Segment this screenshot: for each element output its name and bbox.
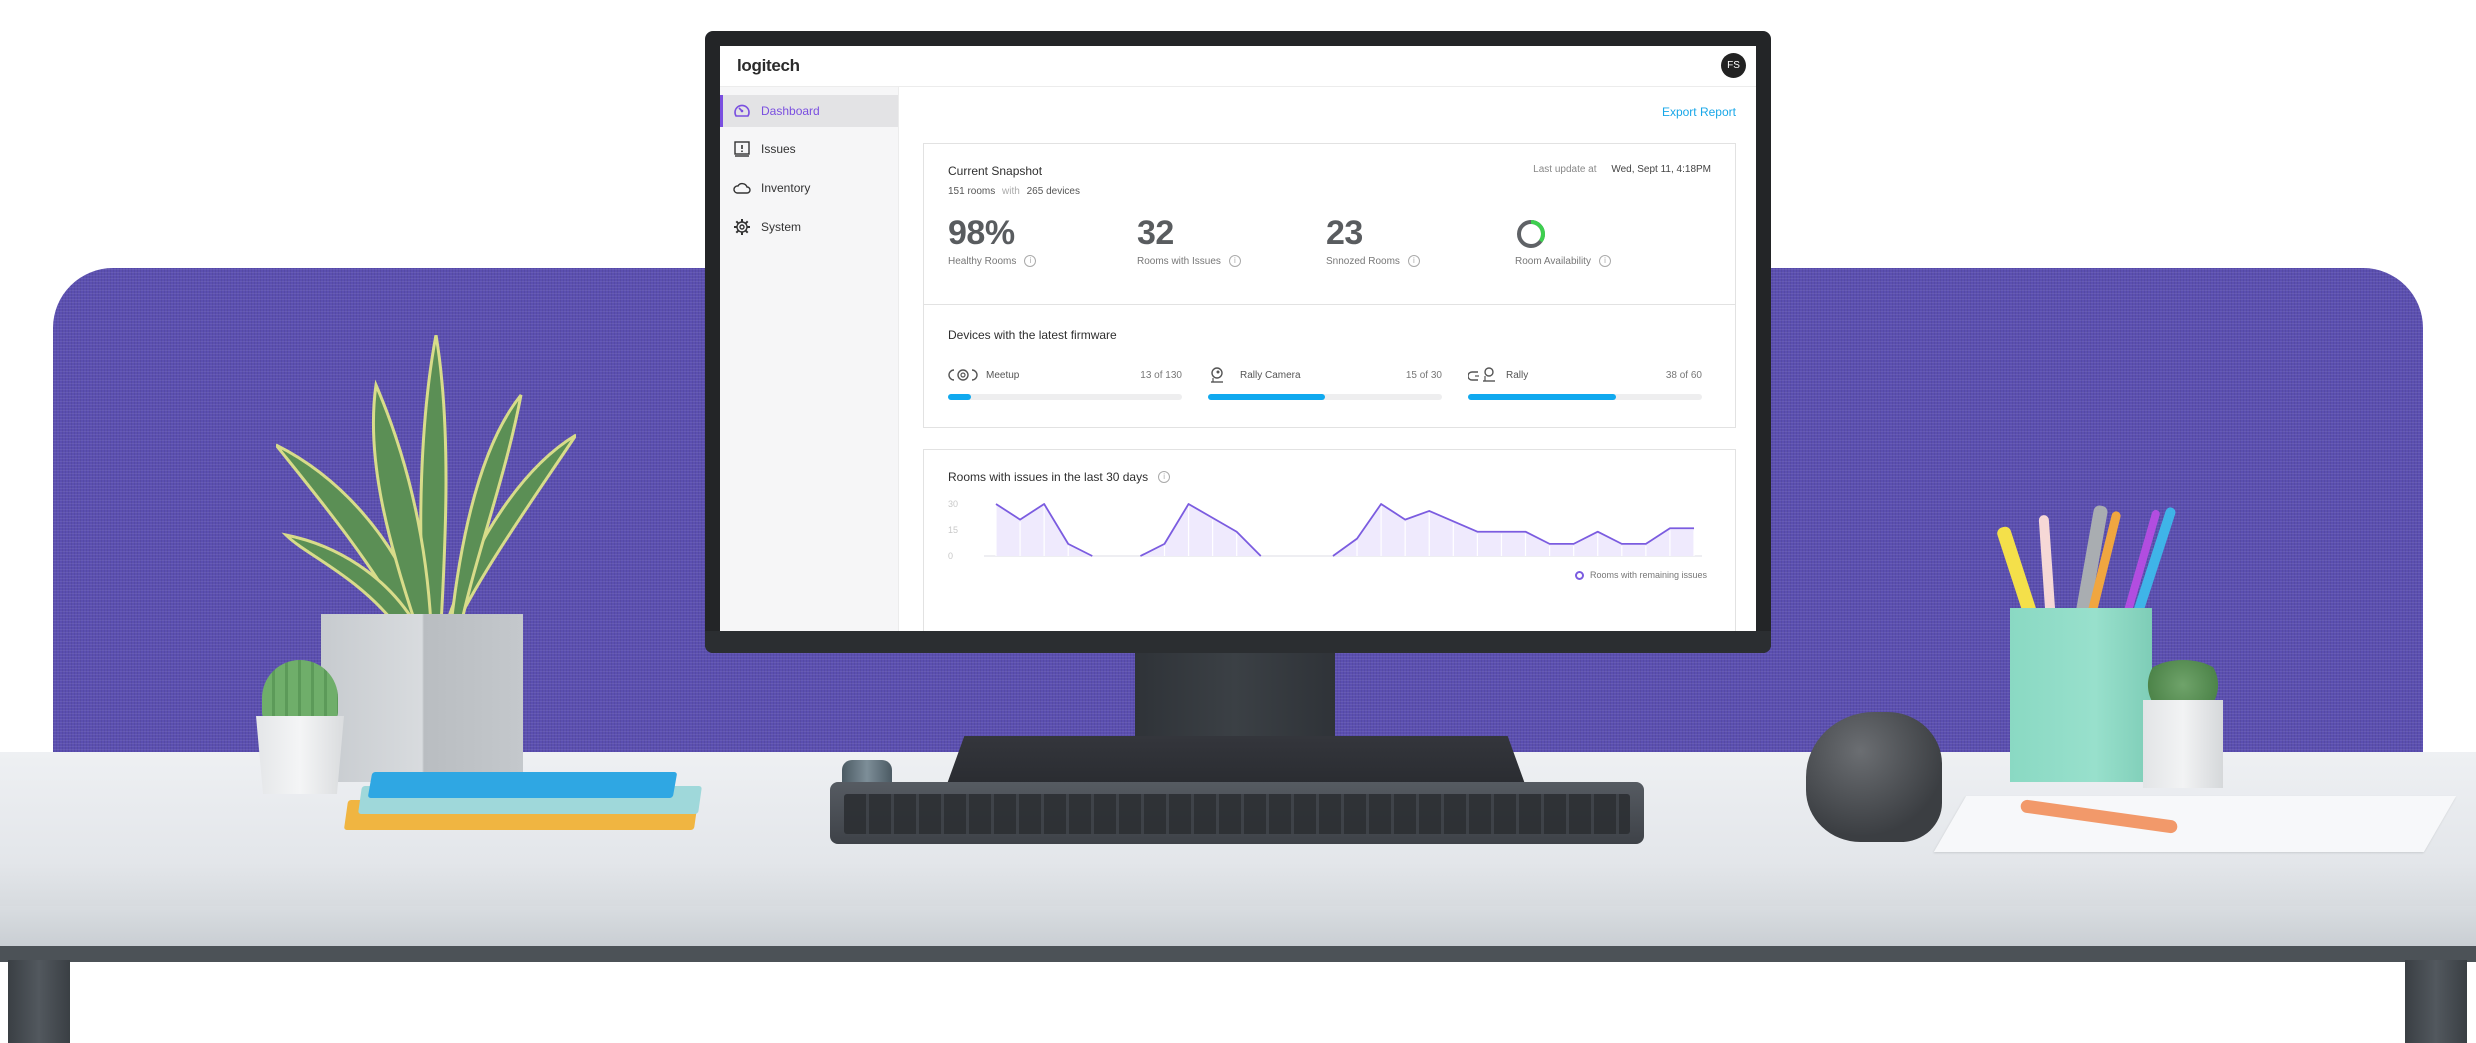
monitor-stand-base: [947, 736, 1525, 784]
area-fill: [1332, 504, 1694, 556]
gear-icon: [733, 218, 751, 236]
export-report-link[interactable]: Export Report: [1662, 105, 1736, 119]
rally-system-icon: [1468, 367, 1495, 382]
top-bar: logitech FS: [720, 46, 1756, 87]
issues-area-chart: 30 15 0: [948, 499, 1702, 561]
device-name: Meetup: [986, 369, 1020, 381]
stat-label: Room Availability: [1515, 255, 1591, 267]
cloud-icon: [733, 179, 751, 197]
small-white-pot: [256, 716, 344, 794]
with-label: with: [1002, 186, 1020, 197]
last-update-label: Last update at: [1533, 164, 1597, 175]
device-count: 15 of 30: [1405, 369, 1442, 381]
devices-count: 265 devices: [1026, 186, 1080, 197]
snapshot-title: Current Snapshot: [948, 164, 1043, 178]
desk-edge: [0, 906, 2476, 950]
sidebar-item-system[interactable]: System: [720, 211, 898, 243]
y-tick-label: 15: [948, 525, 958, 535]
info-icon[interactable]: i: [1158, 471, 1171, 483]
notebook-blue: [367, 772, 678, 798]
stat-rooms-with-issues: 32 Rooms with Issues i: [1137, 214, 1307, 267]
monitor: logitech FS Dashboard Issues Inventory S…: [705, 31, 1771, 653]
snapshot-card: Current Snapshot 151 rooms with 265 devi…: [923, 143, 1736, 428]
firmware-progress-bar: [1468, 394, 1702, 400]
legend-marker-icon: [1574, 570, 1584, 580]
meetup-device-icon: [948, 369, 978, 381]
stat-label: Healthy Rooms: [948, 255, 1017, 267]
y-tick-label: 30: [948, 499, 958, 509]
legend-label: Rooms with remaining issues: [1589, 570, 1707, 580]
stat-healthy-rooms: 98% Healthy Rooms i: [948, 214, 1118, 267]
info-icon[interactable]: i: [1598, 255, 1611, 267]
firmware-item-rally: Rally 38 of 60: [1468, 366, 1702, 400]
sidebar-item-issues[interactable]: Issues: [720, 133, 898, 165]
keyboard-keys: [844, 794, 1630, 834]
dashboard-screen: logitech FS Dashboard Issues Inventory S…: [720, 46, 1756, 631]
info-icon[interactable]: i: [1228, 255, 1241, 267]
firmware-progress-fill: [1208, 394, 1325, 400]
info-icon[interactable]: i: [1024, 255, 1037, 267]
y-tick-label: 0: [948, 551, 953, 561]
section-divider: [924, 304, 1735, 305]
rooms-count: 151 rooms: [948, 186, 996, 197]
chart-legend: Rooms with remaining issues: [1574, 570, 1707, 580]
main-content: Export Report Current Snapshot 151 rooms…: [899, 87, 1756, 631]
sidebar: Dashboard Issues Inventory System: [720, 87, 899, 631]
stat-value: 32: [1137, 214, 1174, 252]
concrete-planter: [321, 614, 523, 782]
rooms-devices-summary: 151 rooms with 265 devices: [948, 186, 1080, 197]
monitor-stand-neck: [1135, 653, 1335, 743]
availability-donut: [1517, 219, 1545, 248]
firmware-progress-bar: [1208, 394, 1442, 400]
stat-value: 98%: [948, 214, 1015, 252]
sidebar-item-dashboard[interactable]: Dashboard: [720, 95, 898, 127]
logitech-logo: logitech: [737, 56, 800, 75]
last-update-value: Wed, Sept 11, 4:18PM: [1611, 164, 1711, 175]
sidebar-item-inventory[interactable]: Inventory: [720, 172, 898, 204]
stat-label: Rooms with Issues: [1137, 255, 1221, 267]
mint-pen-holder: [2010, 608, 2152, 782]
sidebar-item-label: Inventory: [761, 181, 811, 195]
succulent-pot: [2143, 700, 2223, 788]
desk-leg-left: [8, 960, 70, 1043]
keyboard: [830, 782, 1644, 844]
sidebar-item-label: Dashboard: [761, 104, 820, 118]
device-count: 13 of 130: [1140, 369, 1182, 381]
device-count: 38 of 60: [1665, 369, 1702, 381]
device-name: Rally: [1506, 369, 1529, 381]
issues-alert-icon: [733, 140, 751, 158]
chart-title: Rooms with issues in the last 30 days: [948, 470, 1149, 484]
firmware-progress-fill: [948, 394, 972, 400]
firmware-title: Devices with the latest firmware: [948, 328, 1117, 342]
stat-value: 23: [1326, 214, 1363, 252]
user-avatar[interactable]: FS: [1721, 53, 1746, 78]
desk-scene: logitech FS Dashboard Issues Inventory S…: [0, 0, 2476, 1043]
device-name: Rally Camera: [1240, 369, 1301, 381]
info-icon[interactable]: i: [1407, 255, 1420, 267]
snake-plant-image: [276, 335, 576, 625]
desk-leg-right: [2405, 960, 2467, 1043]
issues-chart-card: Rooms with issues in the last 30 days i …: [923, 449, 1736, 631]
stat-snoozed-rooms: 23 Snnozed Rooms i: [1326, 214, 1496, 267]
sidebar-item-label: System: [761, 220, 802, 234]
stat-label: Snnozed Rooms: [1326, 255, 1400, 267]
chart-title-row: Rooms with issues in the last 30 days i: [948, 470, 1171, 484]
dashboard-gauge-icon: [733, 102, 751, 120]
firmware-progress-bar: [948, 394, 1182, 400]
firmware-progress-fill: [1468, 394, 1617, 400]
sidebar-item-label: Issues: [761, 142, 796, 156]
last-update: Last update at Wed, Sept 11, 4:18PM: [1533, 164, 1711, 175]
desk-frame: [0, 946, 2476, 962]
monitor-chin: [705, 631, 1771, 653]
firmware-item-meetup: Meetup 13 of 130: [948, 366, 1182, 400]
paper-sheet: [1933, 796, 2457, 852]
stat-room-availability: Room Availability i: [1515, 214, 1685, 267]
rally-camera-icon: [1211, 367, 1223, 383]
firmware-item-rally-camera: Rally Camera 15 of 30: [1208, 366, 1442, 400]
vertical-mouse: [1806, 712, 1942, 842]
